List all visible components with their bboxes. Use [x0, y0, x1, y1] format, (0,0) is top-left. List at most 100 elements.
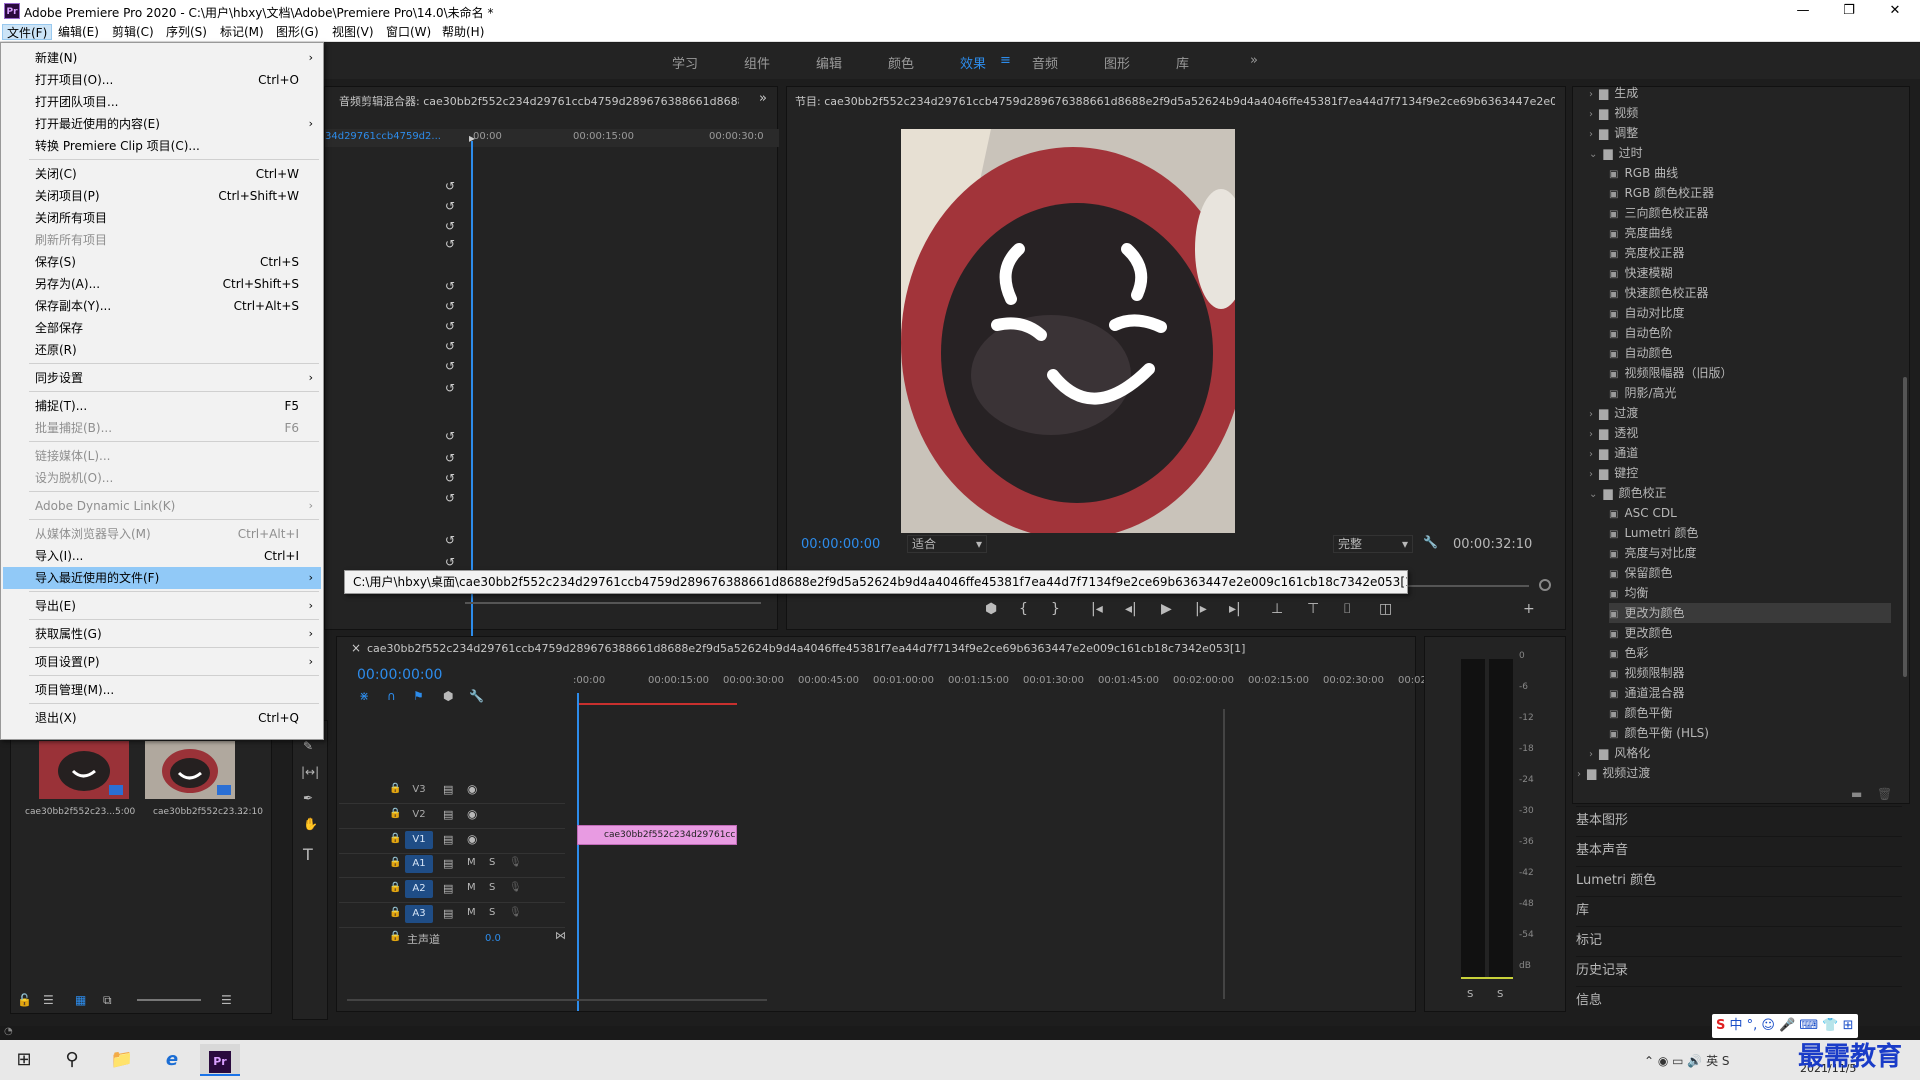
effects-tree-item[interactable]: › ▆ 视频过渡: [1577, 763, 1891, 783]
type-tool-icon[interactable]: T: [303, 845, 313, 864]
effects-tree-item[interactable]: ▣ 亮度与对比度: [1609, 543, 1891, 563]
lock-icon[interactable]: 🔒: [389, 833, 401, 844]
menu-view[interactable]: 视图(V): [328, 24, 378, 40]
timeline-clip[interactable]: cae30bb2f552c234d29761ccb4: [577, 825, 737, 845]
mute-button[interactable]: M: [467, 857, 476, 868]
mute-button[interactable]: M: [467, 882, 476, 893]
eye-icon[interactable]: ◉: [467, 807, 477, 821]
effects-tree-item[interactable]: › ▆ 通道: [1589, 443, 1891, 463]
side-panel-tab[interactable]: 信息: [1576, 986, 1902, 1014]
effects-tree-item[interactable]: › ▆ 视频: [1589, 103, 1891, 123]
recent-file-item[interactable]: C:\用户\hbxy\桌面\cae30bb2f552c234d29761ccb4…: [353, 571, 1407, 593]
windows-start-icon[interactable]: ⊞: [4, 1044, 44, 1076]
reset-icon[interactable]: ↺: [445, 237, 455, 251]
timeline-playhead[interactable]: [577, 693, 579, 1011]
file-menu-item[interactable]: 同步设置 ›: [3, 367, 321, 389]
side-panel-tab[interactable]: 库: [1576, 896, 1902, 924]
solo-button[interactable]: S: [489, 857, 495, 868]
mic-icon[interactable]: 🎙: [509, 882, 522, 893]
workspace-audio[interactable]: 音频: [1032, 53, 1058, 72]
effects-tree-item[interactable]: › ▆ 透视: [1589, 423, 1891, 443]
wrench-icon[interactable]: 🔧: [469, 689, 484, 703]
step-forward-icon[interactable]: |▸: [1195, 601, 1207, 617]
reset-icon[interactable]: ↺: [445, 199, 455, 213]
track-target-button[interactable]: V3: [405, 781, 433, 799]
effects-tree-item[interactable]: ▣ 快速颜色校正器: [1609, 283, 1891, 303]
mark-out-icon[interactable]: }: [1051, 601, 1060, 617]
razor-tool-icon[interactable]: ✎: [303, 739, 313, 753]
workspace-effects[interactable]: 效果: [960, 53, 986, 72]
effects-tree-item[interactable]: ▣ RGB 颜色校正器: [1609, 183, 1891, 203]
chevron-icon[interactable]: ›: [1589, 109, 1593, 120]
list-view-icon[interactable]: ☰: [43, 993, 54, 1007]
effects-tree-item[interactable]: ▣ 更改为颜色: [1609, 603, 1891, 623]
timeline-timecode[interactable]: 00:00:00:00: [357, 667, 442, 683]
lock-icon[interactable]: 🔓: [17, 993, 32, 1007]
slip-tool-icon[interactable]: |↔|: [301, 765, 319, 779]
program-zoom-handle[interactable]: [1539, 579, 1551, 591]
comparison-view-icon[interactable]: ◫: [1379, 601, 1392, 617]
effects-tree-item[interactable]: ▣ Lumetri 颜色: [1609, 523, 1891, 543]
reset-icon[interactable]: ↺: [445, 429, 455, 443]
menu-marker[interactable]: 标记(M): [216, 24, 268, 40]
pen-tool-icon[interactable]: ✒: [303, 791, 313, 805]
menu-help[interactable]: 帮助(H): [438, 24, 488, 40]
file-menu-item[interactable]: 导入最近使用的文件(F) ›: [3, 567, 321, 589]
track-target-button[interactable]: A3: [405, 905, 433, 923]
reset-icon[interactable]: ↺: [445, 299, 455, 313]
workspace-menu-icon[interactable]: ≡: [1000, 53, 1011, 68]
sort-icon[interactable]: ☰: [221, 993, 232, 1007]
sync-lock-icon[interactable]: ▤: [443, 882, 453, 895]
chevron-icon[interactable]: ›: [1589, 409, 1593, 420]
side-panel-tab[interactable]: 基本声音: [1576, 836, 1902, 864]
lock-icon[interactable]: 🔒: [389, 857, 401, 868]
step-back-icon[interactable]: ◂|: [1125, 601, 1137, 617]
project-thumb-2[interactable]: [145, 741, 235, 799]
mic-icon[interactable]: 🎙: [509, 907, 522, 918]
program-video-frame[interactable]: [901, 129, 1235, 533]
timeline-hscroll[interactable]: [347, 999, 767, 1001]
search-icon[interactable]: ⚲: [52, 1044, 92, 1076]
effects-scrollbar[interactable]: [1903, 377, 1907, 677]
edge-icon[interactable]: e: [152, 1044, 192, 1076]
effects-tree-item[interactable]: ⌄ ▆ 过时: [1589, 143, 1891, 163]
snap-icon[interactable]: ⋇: [359, 689, 369, 703]
file-menu-item[interactable]: 项目管理(M)...: [3, 679, 321, 701]
chevron-icon[interactable]: ⌄: [1589, 489, 1597, 500]
effects-tree-item[interactable]: ▣ 视频限制器: [1609, 663, 1891, 683]
fit-dropdown[interactable]: 适合 ▾: [907, 535, 987, 553]
file-explorer-icon[interactable]: 📁: [102, 1044, 142, 1076]
effects-tree-item[interactable]: › ▆ 过渡: [1589, 403, 1891, 423]
file-menu-item[interactable]: 另存为(A)... Ctrl+Shift+S: [3, 273, 321, 295]
go-to-out-icon[interactable]: ▸|: [1229, 601, 1241, 617]
workspace-more-icon[interactable]: »: [1250, 53, 1258, 68]
mixer-scrollbar[interactable]: [465, 602, 761, 604]
menu-graphics[interactable]: 图形(G): [272, 24, 323, 40]
chevron-icon[interactable]: ›: [1589, 749, 1593, 760]
file-menu-item[interactable]: 打开项目(O)... Ctrl+O: [3, 69, 321, 91]
file-menu-item[interactable]: 关闭所有项目: [3, 207, 321, 229]
lock-icon[interactable]: 🔒: [389, 907, 401, 918]
lock-icon[interactable]: 🔒: [389, 931, 401, 942]
sync-lock-icon[interactable]: ▤: [443, 808, 453, 821]
go-to-in-icon[interactable]: |◂: [1091, 601, 1103, 617]
mic-icon[interactable]: 🎙: [509, 857, 522, 868]
sync-lock-icon[interactable]: ▤: [443, 783, 453, 796]
file-menu-item[interactable]: 保存(S) Ctrl+S: [3, 251, 321, 273]
timeline-vscroll[interactable]: [1223, 709, 1225, 999]
menu-edit[interactable]: 编辑(E): [54, 24, 103, 40]
solo-left-button[interactable]: S: [1467, 989, 1473, 1000]
effects-tree-item[interactable]: ▣ 快速模糊: [1609, 263, 1891, 283]
program-timecode[interactable]: 00:00:00:00: [801, 537, 880, 552]
menu-clip[interactable]: 剪辑(C): [108, 24, 158, 40]
sync-lock-icon[interactable]: ▤: [443, 857, 453, 870]
file-menu-item[interactable]: 新建(N) ›: [3, 47, 321, 69]
menu-file[interactable]: 文件(F): [2, 24, 53, 40]
menu-window[interactable]: 窗口(W): [382, 24, 435, 40]
mark-in-icon[interactable]: {: [1019, 601, 1028, 617]
marker-icon[interactable]: ⬢: [443, 689, 453, 703]
side-panel-tab[interactable]: 历史记录: [1576, 956, 1902, 984]
effects-tree-item[interactable]: › ▆ 调整: [1589, 123, 1891, 143]
camera-icon[interactable]: ⌷: [1343, 601, 1351, 617]
solo-right-button[interactable]: S: [1497, 989, 1503, 1000]
